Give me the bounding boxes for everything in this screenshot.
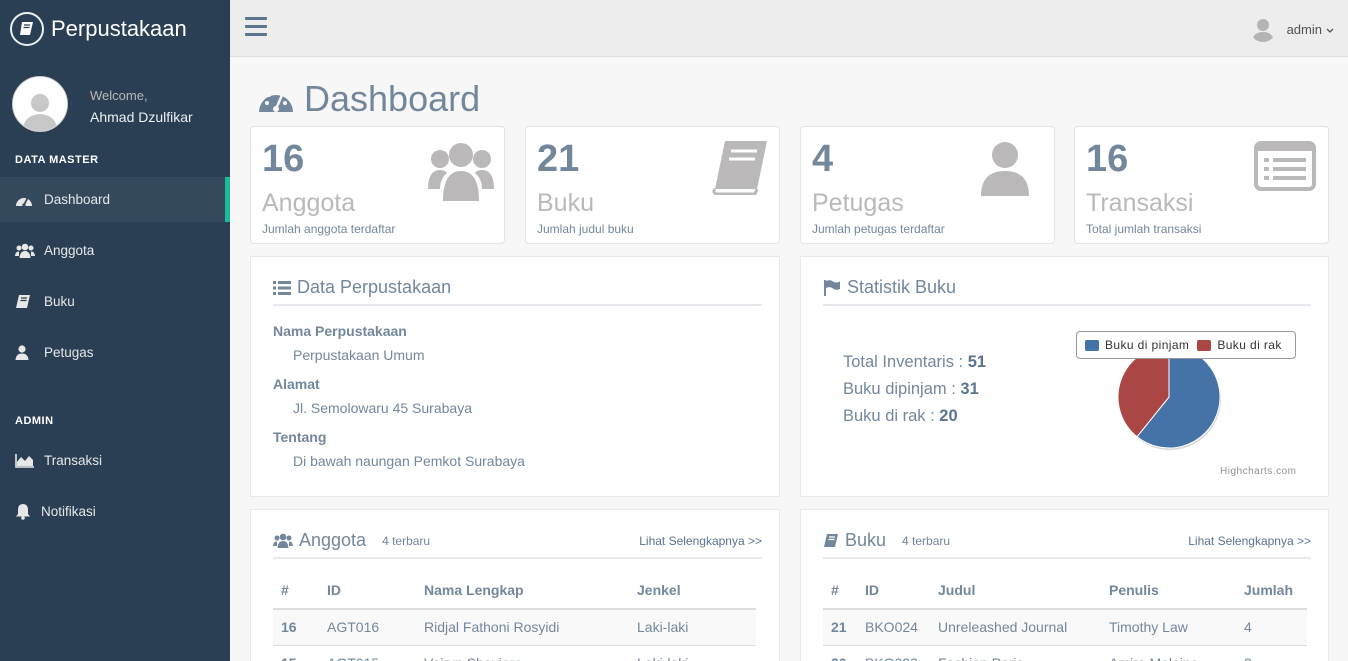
- info-label: Nama Perpustakaan: [273, 323, 407, 339]
- legend-item-dipinjam[interactable]: Buku di pinjam: [1085, 338, 1189, 352]
- tile-label: Transaksi: [1086, 189, 1194, 217]
- list-icon: [273, 280, 291, 295]
- panel-data-perpustakaan: Data Perpustakaan Nama Perpustakaan Perp…: [250, 256, 780, 497]
- table-row[interactable]: 16 AGT016 Ridjal Fathoni Rosyidi Laki-la…: [273, 609, 756, 646]
- tile-transaksi[interactable]: 16 Transaksi Total jumlah transaksi: [1074, 126, 1329, 244]
- sidebar-item-dashboard[interactable]: Dashboard: [0, 177, 230, 222]
- avatar: [12, 76, 68, 132]
- tile-anggota[interactable]: 16 Anggota Jumlah anggota terdaftar: [250, 126, 505, 244]
- list-alt-icon: [1254, 141, 1316, 196]
- tile-count: 21: [537, 138, 580, 180]
- user-icon: [981, 142, 1029, 201]
- book-icon: [711, 139, 769, 200]
- info-value: Perpustakaan Umum: [293, 347, 425, 363]
- info-label: Tentang: [273, 429, 327, 445]
- table-row[interactable]: 21 BKO024 Unreleashed Journal Timothy La…: [823, 609, 1307, 646]
- sidebar-item-petugas[interactable]: Petugas: [0, 330, 230, 375]
- tile-count: 4: [812, 138, 834, 180]
- table-row[interactable]: 15 AGT015 Voiryn Shaviero Laki-laki: [273, 645, 756, 661]
- user-icon: [15, 345, 37, 360]
- chevron-down-icon: [1326, 22, 1334, 37]
- tile-buku[interactable]: 21 Buku Jumlah judul buku: [525, 126, 780, 244]
- user-name: admin: [1286, 21, 1322, 37]
- sidebar: Perpustakaan Welcome, Ahmad Dzulfikar DA…: [0, 0, 230, 661]
- info-value: Di bawah naungan Pemkot Surabaya: [293, 453, 525, 469]
- section-admin: ADMIN: [15, 415, 54, 427]
- dashboard-icon: [258, 80, 294, 122]
- sidebar-item-label: Anggota: [44, 243, 95, 258]
- table-row[interactable]: 20 BKO023 Fashion Paris Amire Melaine 2: [823, 645, 1307, 661]
- tile-count: 16: [262, 138, 305, 180]
- tile-desc: Jumlah anggota terdaftar: [262, 222, 396, 236]
- tile-desc: Total jumlah transaksi: [1086, 222, 1202, 236]
- area-chart-icon: [15, 453, 37, 468]
- sidebar-item-label: Petugas: [44, 345, 94, 360]
- page-title: Dashboard: [258, 76, 480, 122]
- buku-table: # ID Judul Penulis Jumlah 21 BKO024 Unre…: [823, 572, 1307, 661]
- sidebar-item-transaksi[interactable]: Transaksi: [0, 438, 230, 483]
- panel-anggota: Anggota 4 terbaru Lihat Selengkapnya >> …: [250, 509, 780, 661]
- anggota-table: # ID Nama Lengkap Jenkel 16 AGT016 Ridja…: [273, 572, 756, 661]
- dashboard-icon: [15, 193, 37, 207]
- app-title: Perpustakaan: [51, 15, 187, 41]
- panel-title: Buku 4 terbaru Lihat Selengkapnya >>: [823, 524, 1311, 559]
- welcome-label: Welcome,: [90, 88, 148, 103]
- sidebar-item-notifikasi[interactable]: Notifikasi: [0, 489, 230, 534]
- sidebar-item-label: Buku: [44, 294, 75, 309]
- top-nav: admin: [230, 0, 1348, 57]
- tile-count: 16: [1086, 138, 1129, 180]
- see-more-link[interactable]: Lihat Selengkapnya >>: [1188, 534, 1311, 548]
- tile-label: Petugas: [812, 189, 904, 217]
- info-label: Alamat: [273, 376, 320, 392]
- bell-icon: [15, 503, 34, 520]
- users-icon: [15, 243, 37, 258]
- panel-buku: Buku 4 terbaru Lihat Selengkapnya >> # I…: [800, 509, 1329, 661]
- book-icon: [823, 533, 839, 548]
- book-icon: [15, 294, 37, 309]
- tile-petugas[interactable]: 4 Petugas Jumlah petugas terdaftar: [800, 126, 1055, 244]
- profile-name: Ahmad Dzulfikar: [90, 109, 193, 125]
- hamburger-icon[interactable]: [245, 17, 267, 41]
- section-data-master: DATA MASTER: [15, 154, 99, 166]
- sidebar-item-buku[interactable]: Buku: [0, 279, 230, 324]
- pie-chart: [1117, 345, 1221, 450]
- sidebar-item-anggota[interactable]: Anggota: [0, 228, 230, 273]
- panel-title: Data Perpustakaan: [273, 271, 762, 306]
- panel-title: Anggota 4 terbaru Lihat Selengkapnya >>: [273, 524, 762, 559]
- legend-item-di-rak[interactable]: Buku di rak: [1197, 338, 1281, 352]
- users-icon: [428, 139, 494, 206]
- panel-subtitle: 4 terbaru: [382, 533, 431, 548]
- brand[interactable]: Perpustakaan: [0, 0, 230, 57]
- panel-statistik-buku: Statistik Buku Total Inventaris : 51 Buk…: [800, 256, 1329, 497]
- sidebar-item-label: Dashboard: [44, 192, 111, 207]
- tile-desc: Jumlah petugas terdaftar: [812, 222, 945, 236]
- users-icon: [273, 533, 293, 548]
- tile-label: Buku: [537, 189, 594, 217]
- sidebar-item-label: Notifikasi: [41, 504, 96, 519]
- profile: Welcome, Ahmad Dzulfikar: [12, 76, 193, 132]
- book-icon: [10, 11, 44, 46]
- chart-legend[interactable]: Buku di pinjam Buku di rak: [1076, 331, 1296, 359]
- user-avatar: [1250, 16, 1276, 42]
- highcharts-credit[interactable]: Highcharts.com: [1220, 466, 1296, 477]
- see-more-link[interactable]: Lihat Selengkapnya >>: [639, 534, 762, 548]
- tile-desc: Jumlah judul buku: [537, 222, 634, 236]
- user-menu[interactable]: admin: [1250, 16, 1334, 42]
- sidebar-item-label: Transaksi: [44, 453, 103, 468]
- tile-label: Anggota: [262, 189, 356, 217]
- info-value: Jl. Semolowaru 45 Surabaya: [293, 400, 472, 416]
- panel-subtitle: 4 terbaru: [902, 533, 951, 548]
